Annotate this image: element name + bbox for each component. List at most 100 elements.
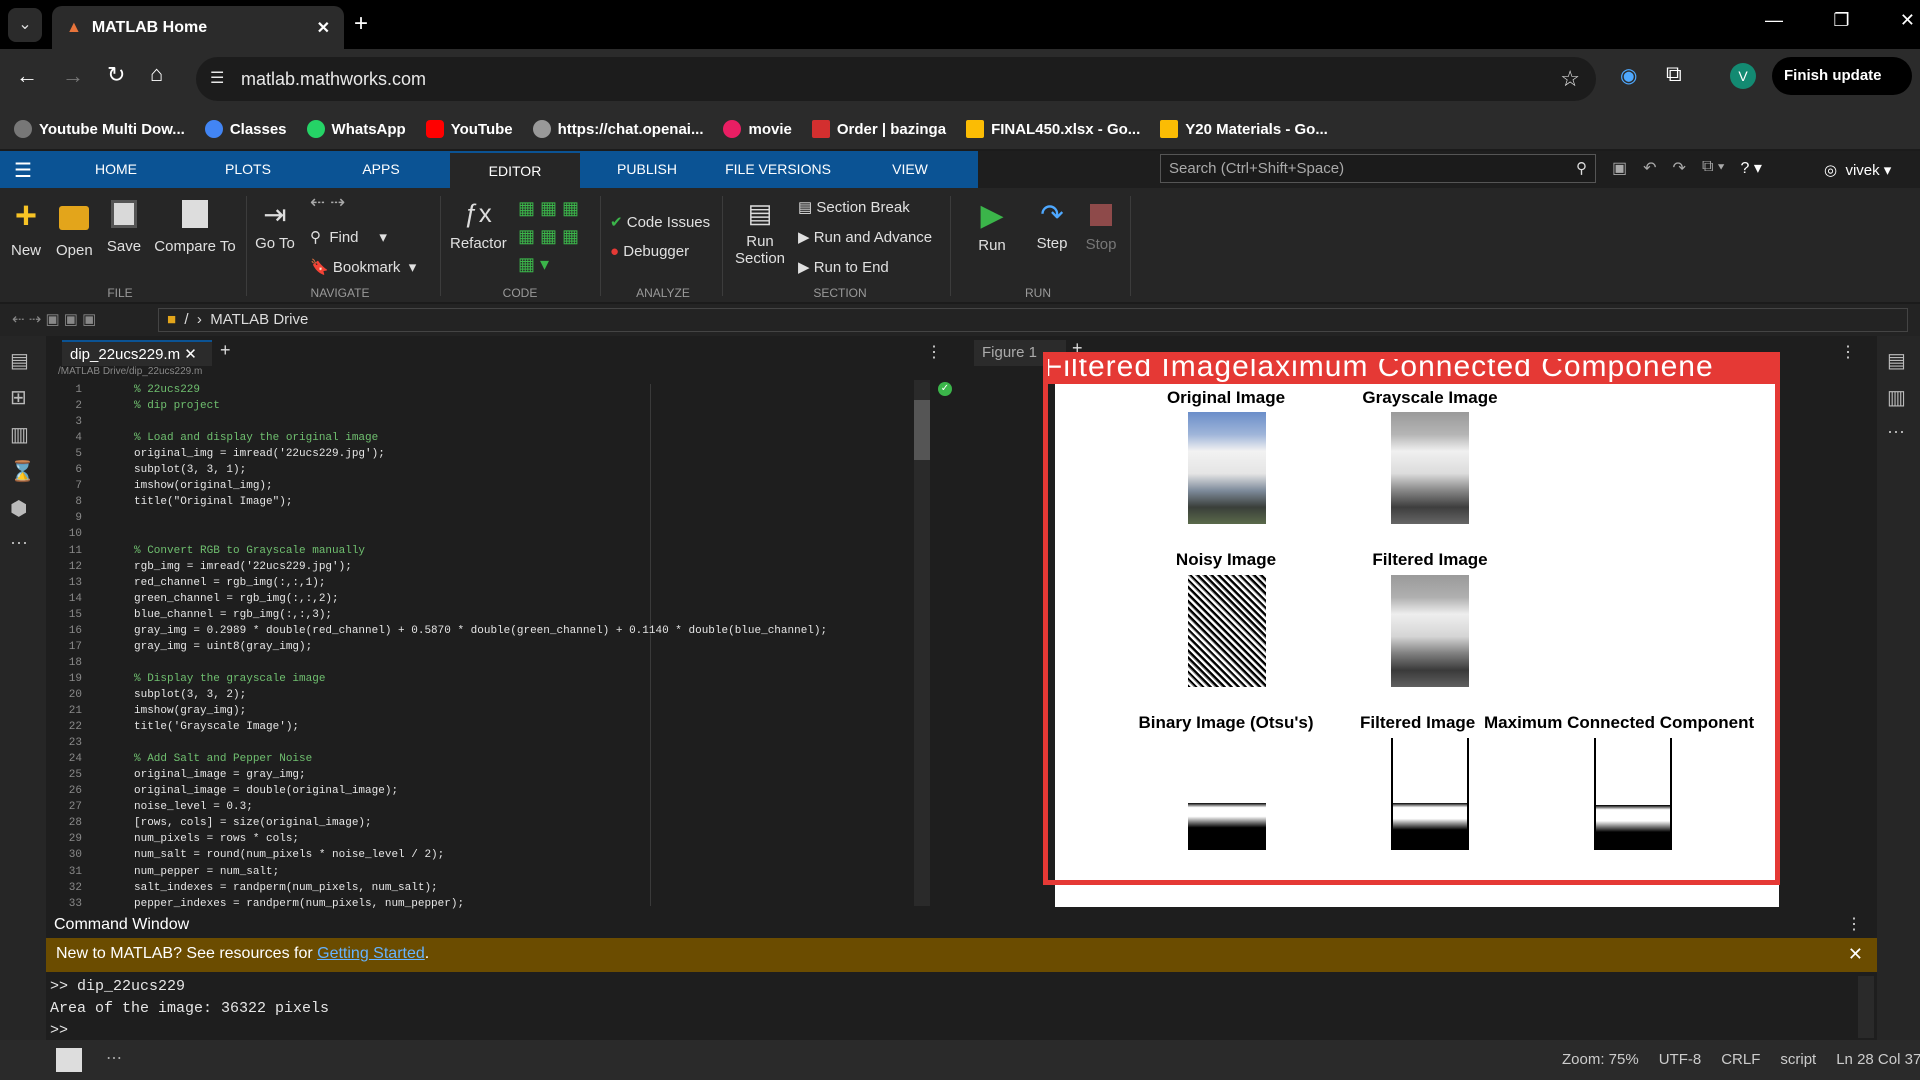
compare-button[interactable]: Compare To <box>150 198 240 255</box>
site-info-icon[interactable]: ☰ <box>210 68 224 88</box>
add-tab-icon[interactable]: + <box>220 340 231 361</box>
search-icon[interactable]: ⚲ <box>1576 159 1587 177</box>
code-line[interactable]: title("Original Image"); <box>134 496 292 508</box>
run-button[interactable]: ▶ Run <box>970 198 1014 254</box>
extension-icon[interactable]: ◉ <box>1620 63 1637 88</box>
bookmark-item[interactable]: Youtube Multi Dow... <box>14 120 185 138</box>
command-menu-icon[interactable]: ⋮ <box>1846 914 1862 934</box>
back-forward-icons[interactable]: ⇠ ⇢ <box>310 192 345 213</box>
code-line[interactable]: imshow(gray_img); <box>134 705 246 717</box>
refactor-button[interactable]: ƒx Refactor <box>450 198 507 252</box>
addons-icon[interactable]: ⬢ <box>10 496 36 521</box>
more-icon[interactable]: ⋯ <box>10 533 36 554</box>
section-break-button[interactable]: ▤ Section Break <box>798 198 910 216</box>
code-line[interactable]: % Convert RGB to Grayscale manually <box>134 545 365 557</box>
tab-file-versions[interactable]: FILE VERSIONS <box>718 151 838 188</box>
layout-icon[interactable]: ⧉ ▾ <box>1702 158 1725 178</box>
user-menu[interactable]: ◎ vivek ▾ <box>1824 161 1891 179</box>
code-line[interactable]: original_image = double(original_image); <box>134 785 398 797</box>
command-window-icon[interactable] <box>56 1048 82 1072</box>
code-line[interactable]: salt_indexes = randperm(num_pixels, num_… <box>134 882 438 894</box>
banner-close-icon[interactable]: ✕ <box>1848 944 1863 965</box>
notes-icon[interactable]: ▥ <box>10 422 36 447</box>
command-scrollbar[interactable] <box>1858 976 1874 1038</box>
forward-icon[interactable]: → <box>62 63 84 89</box>
tab-view[interactable]: VIEW <box>880 151 940 188</box>
stop-button[interactable]: Stop <box>1080 198 1122 253</box>
bookmark-item[interactable]: FINAL450.xlsx - Go... <box>966 120 1140 138</box>
run-section-button[interactable]: ▤ Run Section <box>730 198 790 267</box>
code-line[interactable]: % Add Salt and Pepper Noise <box>134 753 312 765</box>
code-line[interactable]: num_pixels = rows * cols; <box>134 833 299 845</box>
code-line[interactable]: imshow(original_img); <box>134 480 273 492</box>
bookmark-item[interactable]: Y20 Materials - Go... <box>1160 120 1328 138</box>
bookmark-item[interactable]: Order | bazinga <box>811 120 946 138</box>
code-tools-grid[interactable]: ▦ ▦ ▦ ▦ ▦ ▦ ▦ ▾ <box>518 194 598 278</box>
code-line[interactable]: [rows, cols] = size(original_image); <box>134 817 372 829</box>
figure-menu-icon[interactable]: ⋮ <box>1840 342 1856 362</box>
save-quick-icon[interactable]: ▣ <box>1612 158 1627 178</box>
matlab-search-input[interactable]: Search (Ctrl+Shift+Space) ⚲ <box>1160 154 1596 183</box>
tab-home[interactable]: HOME <box>80 151 152 188</box>
editor-scrollbar[interactable] <box>914 380 930 906</box>
minimize-icon[interactable]: — <box>1765 10 1783 31</box>
property-icon[interactable]: ▤ <box>1887 348 1910 373</box>
step-button[interactable]: ↷ Step <box>1030 198 1074 252</box>
menu-icon[interactable]: ☰ <box>14 158 32 183</box>
code-line[interactable]: pepper_indexes = randperm(num_pixels, nu… <box>134 898 464 910</box>
tab-search-button[interactable]: ⌄ <box>8 8 42 42</box>
back-icon[interactable]: ← <box>16 63 38 89</box>
run-advance-button[interactable]: ▶ Run and Advance <box>798 228 932 246</box>
tab-editor[interactable]: EDITOR <box>450 151 580 188</box>
home-icon[interactable]: ⌂ <box>150 61 163 87</box>
restore-icon[interactable]: ❐ <box>1833 10 1849 31</box>
editor-file-tab[interactable]: dip_22ucs229.m ✕ <box>62 340 212 366</box>
code-line[interactable]: rgb_img = imread('22ucs229.jpg'); <box>134 561 352 573</box>
code-line[interactable]: num_pepper = num_salt; <box>134 866 279 878</box>
bookmark-item[interactable]: WhatsApp <box>306 120 406 138</box>
tab-close-icon[interactable]: ✕ <box>317 18 330 38</box>
find-button[interactable]: ⚲ Find ▾ <box>310 228 387 246</box>
code-line[interactable]: subplot(3, 3, 1); <box>134 464 246 476</box>
go-to-button[interactable]: ⇥ Go To <box>254 198 296 252</box>
bookmark-item[interactable]: movie <box>723 120 792 138</box>
command-output[interactable]: >> dip_22ucs229 Area of the image: 36322… <box>50 976 1850 1042</box>
bookmark-button[interactable]: 🔖 Bookmark ▾ <box>310 258 416 276</box>
save-button[interactable]: Save <box>104 198 144 255</box>
more-panels-icon[interactable]: ⋯ <box>1887 422 1910 443</box>
address-bar[interactable]: ☰ matlab.mathworks.com ☆ <box>196 57 1596 101</box>
profile-avatar[interactable]: V <box>1730 63 1756 89</box>
help-icon[interactable]: ? ▾ <box>1741 158 1762 178</box>
code-line[interactable]: blue_channel = rgb_img(:,:,3); <box>134 609 332 621</box>
puzzle-icon[interactable]: ⧉ <box>1666 61 1682 87</box>
open-button[interactable]: Open <box>56 200 93 259</box>
code-issues-button[interactable]: ✔ Code Issues <box>610 213 710 231</box>
code-line[interactable]: % 22ucs229 <box>134 384 200 396</box>
code-line[interactable]: num_salt = round(num_pixels * noise_leve… <box>134 849 444 861</box>
finish-update-button[interactable]: Finish update <box>1772 57 1912 95</box>
code-line[interactable]: subplot(3, 3, 2); <box>134 689 246 701</box>
tab-plots[interactable]: PLOTS <box>212 151 284 188</box>
getting-started-link[interactable]: Getting Started <box>317 945 425 962</box>
workspace-icon[interactable]: ⊞ <box>10 385 36 410</box>
code-line[interactable]: original_img = imread('22ucs229.jpg'); <box>134 448 385 460</box>
new-tab-icon[interactable]: + <box>354 10 368 38</box>
code-line[interactable]: % dip project <box>134 400 220 412</box>
debugger-button[interactable]: ● Debugger <box>610 243 689 260</box>
folder-nav-icons[interactable]: ⇠ ⇢ ▣ ▣ ▣ <box>12 310 96 328</box>
code-line[interactable]: noise_level = 0.3; <box>134 801 253 813</box>
tab-apps[interactable]: APPS <box>345 151 417 188</box>
code-line[interactable]: % Display the grayscale image <box>134 673 325 685</box>
folder-path[interactable]: ■ / › MATLAB Drive <box>158 308 1908 332</box>
code-line[interactable]: green_channel = rgb_img(:,:,2); <box>134 593 339 605</box>
bookmark-star-icon[interactable]: ☆ <box>1560 66 1580 92</box>
reload-icon[interactable]: ↻ <box>107 62 125 88</box>
files-icon[interactable]: ▤ <box>10 348 36 373</box>
bookmark-item[interactable]: https://chat.openai... <box>532 120 703 138</box>
code-line[interactable]: title('Grayscale Image'); <box>134 721 299 733</box>
browser-tab[interactable]: ▲ MATLAB Home ✕ <box>52 6 344 49</box>
code-line[interactable]: red_channel = rgb_img(:,:,1); <box>134 577 325 589</box>
run-to-end-button[interactable]: ▶ Run to End <box>798 258 889 276</box>
close-window-icon[interactable]: ✕ <box>1900 10 1915 31</box>
status-more-icon[interactable]: ⋯ <box>106 1048 122 1068</box>
